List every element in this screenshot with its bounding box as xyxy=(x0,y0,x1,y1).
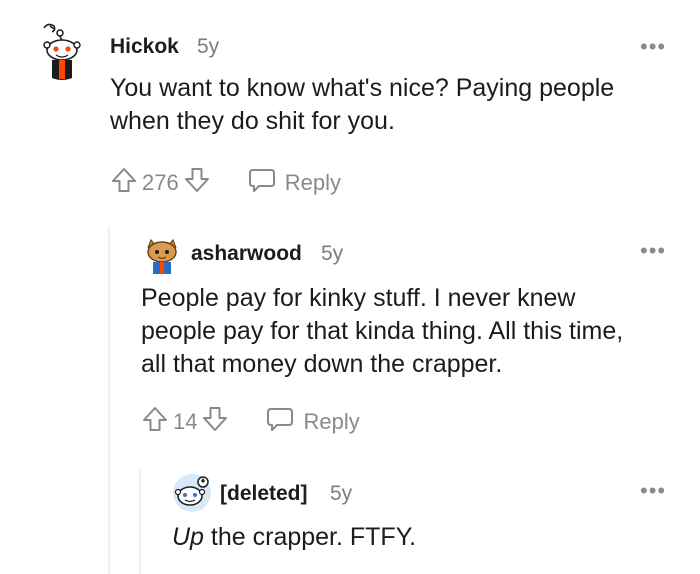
reply-label: Reply xyxy=(284,170,341,195)
comment-body: Up the crapper. FTFY. xyxy=(172,521,416,554)
snoo-avatar-icon[interactable] xyxy=(172,473,212,513)
comment-bubble-icon xyxy=(265,405,303,439)
comment-age: 5y xyxy=(197,35,220,58)
thread-line[interactable] xyxy=(108,226,110,574)
comment-username[interactable]: asharwood xyxy=(191,242,302,266)
snoo-avatar-icon[interactable] xyxy=(142,236,182,276)
comment-actions: 14 Reply xyxy=(141,405,360,439)
comment-text: the crapper. FTFY. xyxy=(203,523,417,551)
vote-score: 14 xyxy=(173,409,198,434)
more-options-icon[interactable]: ••• xyxy=(640,238,666,264)
more-options-icon[interactable]: ••• xyxy=(640,478,666,504)
upvote-icon[interactable] xyxy=(141,405,169,439)
upvote-icon[interactable] xyxy=(110,166,138,200)
thread-line[interactable] xyxy=(139,470,141,574)
comment-body: You want to know what's nice? Paying peo… xyxy=(110,72,614,138)
downvote-icon[interactable] xyxy=(183,166,211,200)
comment-text-line: when they do shit for you. xyxy=(110,107,395,135)
comment-username[interactable]: [deleted] xyxy=(220,482,308,506)
comment-body: People pay for kinky stuff. I never knew… xyxy=(141,282,623,381)
downvote-icon[interactable] xyxy=(201,405,229,439)
comment-age: 5y xyxy=(321,242,344,265)
comment-username[interactable]: Hickok xyxy=(110,35,179,59)
vote-score: 276 xyxy=(142,170,179,195)
comment-text-line: all that money down the crapper. xyxy=(141,350,503,378)
reply-button[interactable]: Reply xyxy=(265,405,360,439)
comment-text-line: You want to know what's nice? Paying peo… xyxy=(110,74,615,102)
reply-label: Reply xyxy=(303,409,360,434)
comment-age: 5y xyxy=(330,482,353,505)
snoo-avatar-icon[interactable] xyxy=(36,22,92,82)
comment-actions: 276 Reply xyxy=(110,166,341,200)
comment-bubble-icon xyxy=(247,166,285,200)
vote-controls: 14 xyxy=(141,405,229,439)
comment-text-line: People pay for kinky stuff. I never knew xyxy=(141,284,576,312)
comment-text-line: people pay for that kinda thing. All thi… xyxy=(141,317,624,345)
reply-button[interactable]: Reply xyxy=(247,166,341,200)
more-options-icon[interactable]: ••• xyxy=(640,34,666,60)
vote-controls: 276 xyxy=(110,166,211,200)
comment-text-italic: Up xyxy=(172,523,204,551)
